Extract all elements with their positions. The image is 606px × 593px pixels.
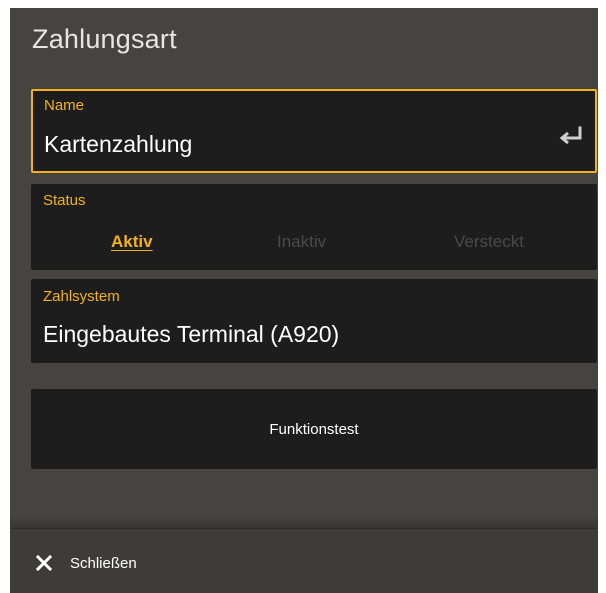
name-field[interactable]: Name Kartenzahlung: [31, 89, 597, 173]
close-button-label: Schließen: [70, 554, 137, 572]
zahlsystem-field-label: Zahlsystem: [43, 288, 120, 305]
status-options: Aktiv Inaktiv Versteckt: [31, 232, 597, 260]
status-option-aktiv[interactable]: Aktiv: [111, 232, 153, 252]
close-icon: [36, 555, 52, 571]
name-field-label: Name: [44, 97, 85, 114]
dialog-footer: Schließen: [10, 528, 598, 593]
status-field-label: Status: [43, 192, 86, 209]
status-field: Status Aktiv Inaktiv Versteckt: [31, 184, 597, 270]
name-field-value[interactable]: Kartenzahlung: [44, 131, 192, 158]
status-option-versteckt[interactable]: Versteckt: [454, 232, 524, 252]
close-button[interactable]: Schließen: [36, 549, 137, 577]
zahlsystem-field-value[interactable]: Eingebautes Terminal (A920): [43, 321, 339, 348]
payment-method-dialog: Zahlungsart Name Kartenzahlung Status Ak…: [10, 8, 598, 593]
dialog-title: Zahlungsart: [32, 24, 177, 54]
status-option-inaktiv[interactable]: Inaktiv: [277, 232, 326, 252]
zahlsystem-field[interactable]: Zahlsystem Eingebautes Terminal (A920): [31, 279, 597, 363]
function-test-button[interactable]: Funktionstest: [31, 389, 597, 469]
enter-return-icon[interactable]: [559, 125, 585, 147]
